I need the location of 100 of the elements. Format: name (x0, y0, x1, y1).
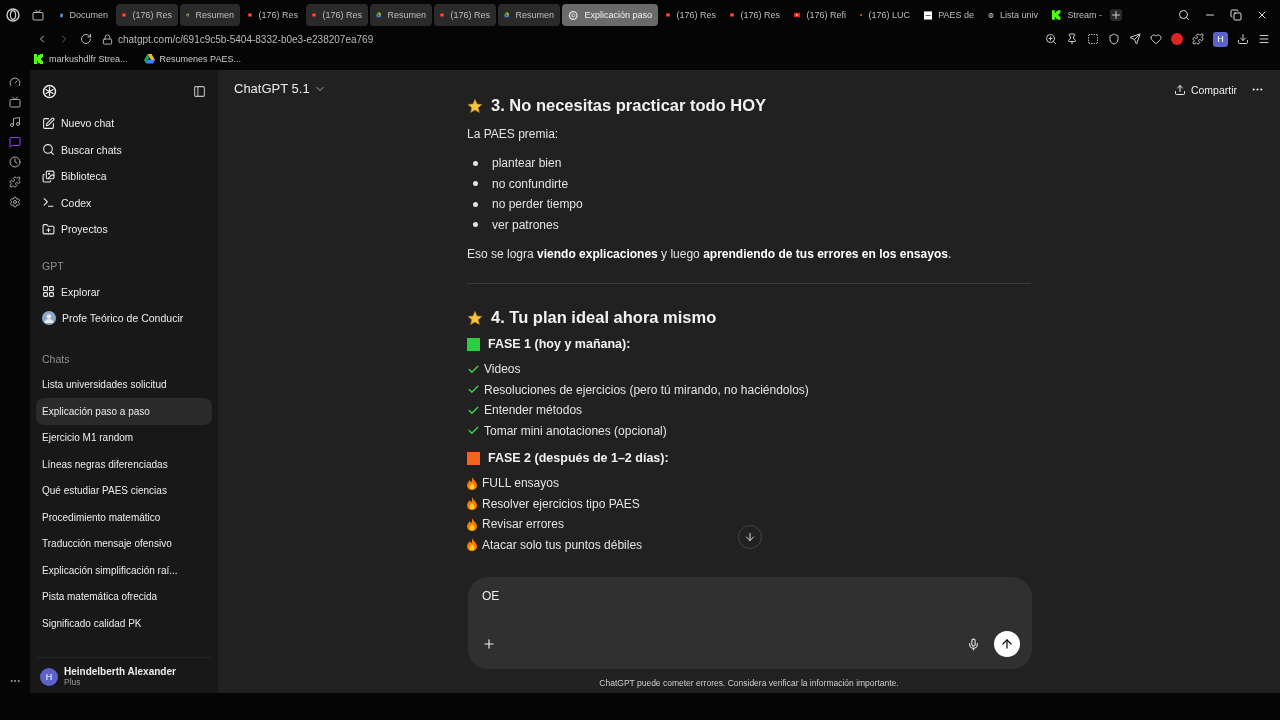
list-item: FULL ensayos (482, 476, 559, 491)
chat-item[interactable]: Traducción mensaje ofensivo (36, 530, 212, 557)
search-icon (42, 143, 55, 157)
chat-item[interactable]: Ejercicio M1 random (36, 424, 212, 451)
browser-tab[interactable]: (176) Res (116, 4, 178, 26)
browser-tab[interactable]: Documen (54, 4, 114, 26)
video-icon (666, 11, 671, 19)
nav-item[interactable]: Explorar (36, 278, 212, 305)
bookmark[interactable]: Resumenes PAES... (159, 54, 241, 64)
lock-icon (102, 33, 113, 45)
microphone-icon[interactable] (967, 637, 980, 651)
add-icon[interactable] (482, 637, 496, 651)
phase-heading: FASE 1 (hoy y mañana): (488, 337, 631, 351)
chat-item[interactable]: Líneas negras diferenciadas (36, 451, 212, 478)
chat-item[interactable]: Qué estudiar PAES ciencias (36, 477, 212, 504)
message-icon[interactable] (9, 136, 21, 148)
flame-icon (467, 497, 477, 511)
extension-icon[interactable] (1171, 33, 1183, 45)
menu-icon[interactable] (1258, 33, 1270, 45)
bookmark[interactable]: markushdlfr Strea... (49, 54, 128, 64)
send-button[interactable] (994, 631, 1020, 657)
flame-icon (467, 476, 477, 490)
message-input[interactable]: OE (468, 577, 1032, 669)
send-icon[interactable] (1129, 33, 1141, 45)
music-icon[interactable] (9, 116, 21, 128)
terminal-icon (42, 196, 55, 210)
list-item: Resoluciones de ejercicios (pero tú mirando, no haciéndolos) (484, 382, 809, 397)
browser-tab[interactable]: (176) Res (242, 4, 304, 26)
list-item: no perder tiempo (492, 197, 583, 212)
clock-icon[interactable] (9, 156, 21, 168)
nav-item[interactable]: Profe Teórico de Conducir (36, 305, 212, 332)
chat-item[interactable]: Explicación paso a paso (36, 398, 212, 425)
url-field[interactable]: chatgpt.com/c/691c9c5b-5404-8332-b0e3-e238207ea769 (118, 33, 374, 45)
user-avatar[interactable]: H (40, 667, 58, 686)
nav-item[interactable]: Buscar chats (36, 136, 212, 163)
reload-icon[interactable] (80, 33, 92, 45)
browser-tab[interactable]: Resumen (180, 4, 240, 26)
chat-item[interactable]: Pista matemática ofrecida (36, 583, 212, 610)
bullet-icon (473, 201, 478, 207)
section-heading: 4. Tu plan ideal ahora mismo (491, 308, 717, 327)
browser-tab[interactable]: (176) Res (660, 4, 722, 26)
puzzle-icon[interactable] (9, 176, 21, 188)
browser-tab[interactable]: PAES de (918, 4, 980, 26)
browser-tab[interactable]: Explicación paso (562, 4, 658, 26)
browser-tab[interactable]: (176) LUC (854, 4, 916, 26)
snapshot-icon[interactable] (1087, 33, 1099, 45)
video-icon (794, 11, 801, 19)
browser-tab[interactable]: Resumen (370, 4, 432, 26)
nav-item[interactable]: Proyectos (36, 216, 212, 243)
heart-icon[interactable] (1150, 33, 1162, 45)
avatar-icon (42, 311, 56, 326)
pin-icon[interactable] (1066, 33, 1078, 45)
browser-tab[interactable]: Lista univ (982, 4, 1044, 26)
zoom-icon[interactable] (1045, 33, 1057, 45)
paragraph: Eso se logra viendo explicaciones y luego aprendiendo de tus errores en los ensayos. (467, 246, 953, 263)
arrow-down-icon (744, 531, 756, 543)
list-item: Resolver ejercicios tipo PAES (482, 496, 640, 511)
section-label: GPT (41, 258, 65, 274)
scroll-down-button[interactable] (738, 525, 762, 549)
bullet-icon (473, 160, 478, 166)
browser-tab[interactable]: (176) Res (434, 4, 496, 26)
nav-item[interactable]: Nuevo chat (36, 110, 212, 137)
profile-avatar[interactable]: H (1213, 31, 1228, 47)
paragraph: La PAES premia: (467, 126, 560, 143)
list-item: plantear bien (492, 156, 562, 171)
knot-icon (568, 9, 579, 21)
browser-tab[interactable]: Resumen (498, 4, 560, 26)
video-icon (440, 11, 445, 19)
sidebar-toggle-icon[interactable] (193, 84, 206, 98)
browser-tab[interactable]: (176) Refi (788, 4, 852, 26)
input-text: OE (482, 589, 501, 603)
new-tab-button[interactable] (1110, 9, 1122, 21)
chat-item[interactable]: Significado calidad PK (36, 610, 212, 637)
triangle-icon (504, 10, 510, 20)
browser-tab[interactable]: Stream - (1046, 4, 1108, 26)
puzzle-icon[interactable] (1192, 33, 1204, 45)
chat-item[interactable]: Explicación simplificación raí... (36, 557, 212, 584)
list-item: Atacar solo tus puntos débiles (482, 537, 643, 552)
restore-icon[interactable] (1230, 9, 1242, 21)
chat-item[interactable]: Lista universidades solicitud (36, 371, 212, 398)
nav-item[interactable]: Biblioteca (36, 163, 212, 190)
share-icon[interactable] (1173, 83, 1186, 96)
shield-icon[interactable] (1108, 33, 1120, 45)
settings-icon[interactable] (9, 196, 21, 208)
chat-item[interactable]: Procedimiento matemático (36, 504, 212, 531)
logo-icon[interactable] (42, 83, 57, 99)
browser-logo-icon[interactable] (6, 8, 20, 22)
workspace-icon[interactable] (32, 9, 44, 21)
gauge-icon[interactable] (9, 76, 21, 88)
tv-icon[interactable] (9, 96, 21, 108)
close-icon[interactable] (1256, 9, 1268, 21)
browser-tab[interactable]: (176) Res (306, 4, 368, 26)
browser-tab[interactable]: (176) Res (724, 4, 786, 26)
model-selector[interactable]: ChatGPT 5.1 (234, 81, 310, 96)
video-icon (730, 11, 735, 19)
star-icon (467, 97, 483, 114)
download-icon[interactable] (1237, 33, 1249, 45)
share-button[interactable]: Compartir (1190, 83, 1237, 96)
nav-item[interactable]: Codex (36, 189, 212, 216)
search-icon[interactable] (1178, 9, 1190, 21)
